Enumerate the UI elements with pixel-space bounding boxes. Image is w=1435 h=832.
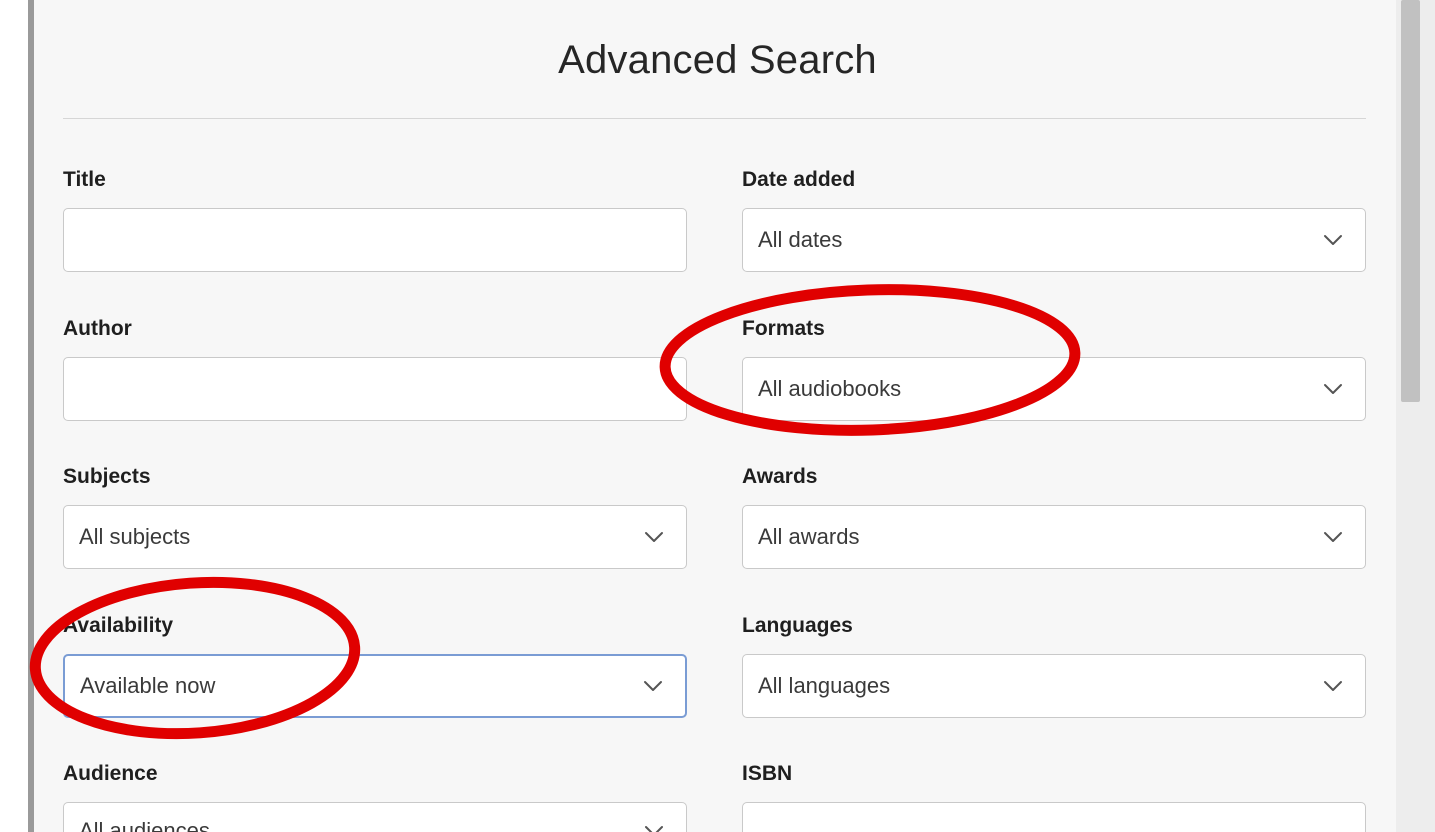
page-title: Advanced Search bbox=[558, 38, 877, 82]
date-added-value: All dates bbox=[758, 227, 843, 252]
subjects-value: All subjects bbox=[79, 524, 191, 549]
subjects-select[interactable]: All subjects bbox=[63, 505, 687, 569]
availability-label: Availability bbox=[63, 614, 174, 637]
author-label: Author bbox=[63, 317, 132, 340]
chevron-down-icon bbox=[1323, 234, 1343, 246]
title-input[interactable] bbox=[63, 208, 687, 272]
chevron-down-icon bbox=[643, 680, 663, 692]
date-added-label: Date added bbox=[742, 168, 856, 191]
formats-label: Formats bbox=[742, 317, 825, 340]
availability-value: Available now bbox=[80, 673, 216, 698]
chevron-down-icon bbox=[1323, 531, 1343, 543]
title-label: Title bbox=[63, 168, 106, 191]
audience-value: All audiences bbox=[79, 818, 210, 832]
awards-value: All awards bbox=[758, 524, 860, 549]
awards-label: Awards bbox=[742, 465, 818, 488]
formats-select[interactable]: All audiobooks bbox=[742, 357, 1366, 421]
isbn-input[interactable] bbox=[742, 802, 1366, 832]
languages-value: All languages bbox=[758, 673, 891, 698]
formats-value: All audiobooks bbox=[758, 376, 902, 401]
date-added-select[interactable]: All dates bbox=[742, 208, 1366, 272]
chevron-down-icon bbox=[644, 825, 664, 832]
isbn-label: ISBN bbox=[742, 762, 793, 785]
audience-label: Audience bbox=[63, 762, 158, 785]
chevron-down-icon bbox=[1323, 680, 1343, 692]
awards-select[interactable]: All awards bbox=[742, 505, 1366, 569]
chevron-down-icon bbox=[1323, 383, 1343, 395]
scrollbar-thumb[interactable] bbox=[1401, 0, 1420, 402]
chevron-down-icon bbox=[644, 531, 664, 543]
subjects-label: Subjects bbox=[63, 465, 151, 488]
languages-label: Languages bbox=[742, 614, 853, 637]
title-divider bbox=[63, 118, 1366, 119]
advanced-search-window: Advanced Search Title Date added All dat… bbox=[0, 0, 1435, 832]
availability-select[interactable]: Available now bbox=[63, 654, 687, 718]
languages-select[interactable]: All languages bbox=[742, 654, 1366, 718]
author-input[interactable] bbox=[63, 357, 687, 421]
audience-select[interactable]: All audiences bbox=[63, 802, 687, 832]
